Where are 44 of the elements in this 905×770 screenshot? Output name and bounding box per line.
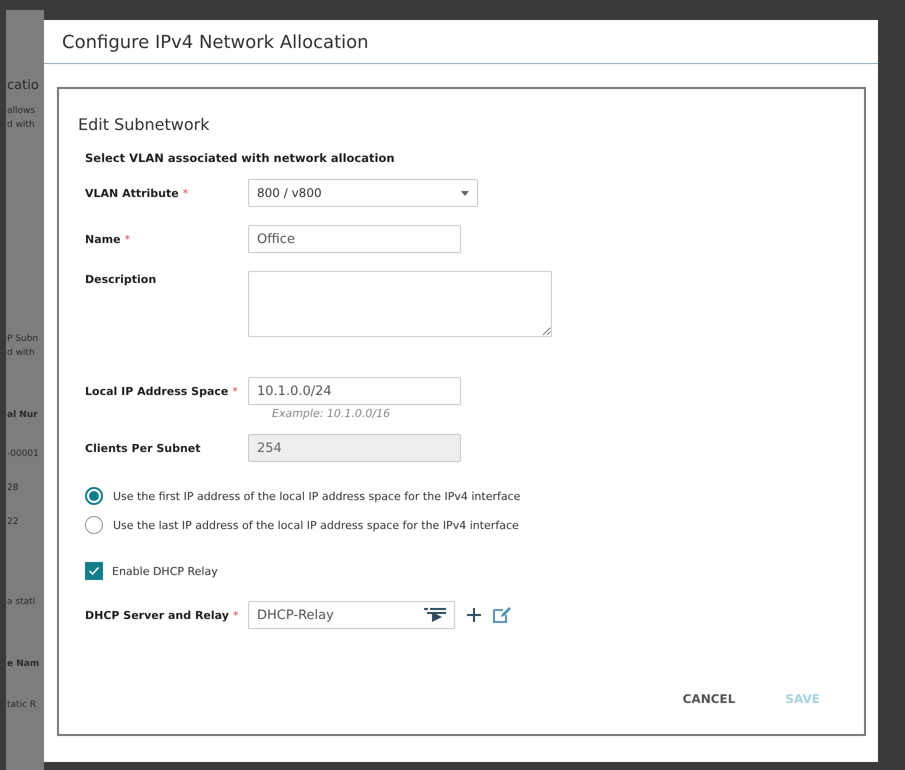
background-text: P Subn <box>6 333 40 346</box>
text-field[interactable]: Office <box>248 225 461 253</box>
background-text: catio <box>6 77 40 95</box>
background-text: 22 <box>6 516 20 529</box>
radio-label: Use the first IP address of the local IP address space for the IPv4 interface <box>113 490 520 502</box>
edit-button[interactable] <box>493 607 511 623</box>
background-text: allows <box>6 105 36 118</box>
background-text: a stati <box>6 596 36 609</box>
list-play-icon <box>424 607 446 623</box>
checkbox[interactable] <box>85 562 103 580</box>
dialog-title: Configure IPv4 Network Allocation <box>44 20 878 64</box>
background-text: d with <box>6 119 36 132</box>
radio-label: Use the last IP address of the local IP address space for the IPv4 interface <box>113 518 519 532</box>
required-asterisk: * <box>232 384 238 398</box>
field-label: VLAN Attribute * <box>85 186 190 200</box>
field-label: Local IP Address Space * <box>85 384 239 398</box>
checkbox-label: Enable DHCP Relay <box>112 564 218 578</box>
background-text: -00001 <box>6 448 40 461</box>
caret-icon <box>461 190 469 196</box>
text-field[interactable]: 10.1.0.0/24 <box>248 377 461 405</box>
description-field[interactable] <box>248 271 552 337</box>
background-text: e Nam <box>6 658 40 671</box>
background-text: d with <box>6 347 36 360</box>
field-label: Clients Per Subnet <box>85 442 202 454</box>
field-label: Description <box>85 273 158 286</box>
clients-field: 254 <box>248 434 461 462</box>
background-text: tatic R <box>6 699 38 712</box>
required-asterisk: * <box>232 608 238 622</box>
hint-text: Example: 10.1.0.0/16 <box>272 407 392 420</box>
section-title: Select VLAN associated with network allocation <box>85 151 396 165</box>
vlan-dropdown[interactable]: 800 / v800 <box>248 179 478 207</box>
form-heading: Edit Subnetwork <box>78 115 210 134</box>
dhcp-picker-field[interactable]: DHCP-Relay <box>248 601 455 629</box>
add-button[interactable] <box>467 608 481 622</box>
radio-button[interactable] <box>85 516 103 534</box>
dialog-button[interactable]: CANCEL <box>678 688 740 710</box>
required-asterisk: * <box>182 186 188 200</box>
radio-button[interactable] <box>85 487 103 505</box>
background-text: 28 <box>6 482 20 495</box>
background-text: al Nur <box>6 409 39 422</box>
required-asterisk: * <box>124 232 130 246</box>
checkmark-icon <box>88 566 100 576</box>
field-label: Name * <box>85 232 132 246</box>
field-label: DHCP Server and Relay * <box>85 608 240 622</box>
